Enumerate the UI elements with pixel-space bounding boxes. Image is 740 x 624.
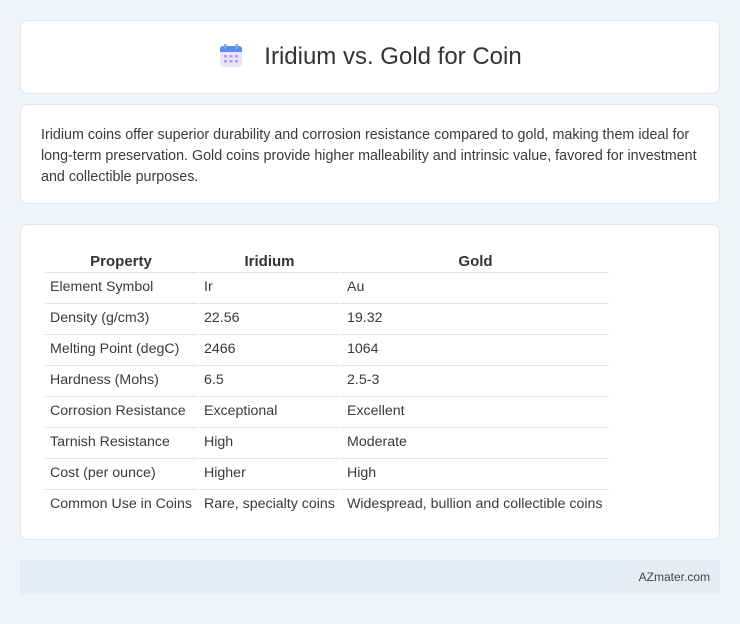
header-gold: Gold — [458, 253, 493, 270]
header-iridium: Iridium — [244, 253, 295, 270]
cell-gold: Excellent — [342, 396, 609, 425]
cell-iridium: Exceptional — [199, 396, 340, 425]
cell-property: Cost (per ounce) — [45, 458, 197, 487]
cell-gold: Moderate — [342, 427, 609, 456]
cell-iridium: Rare, specialty coins — [199, 489, 340, 518]
table-row: Corrosion Resistance Exceptional Excelle… — [45, 396, 609, 425]
footer: AZmater.com — [20, 560, 720, 594]
table-row: Hardness (Mohs) 6.5 2.5-3 — [45, 365, 609, 394]
calendar-icon — [220, 44, 243, 67]
comparison-table-card: Property Iridium Gold Element Symbol Ir … — [20, 224, 720, 540]
cell-property: Hardness (Mohs) — [45, 365, 197, 394]
table-row: Element Symbol Ir Au — [45, 272, 609, 301]
table-row: Cost (per ounce) Higher High — [45, 458, 609, 487]
table-row: Density (g/cm3) 22.56 19.32 — [45, 303, 609, 332]
cell-gold: 19.32 — [342, 303, 609, 332]
table-row: Melting Point (degC) 2466 1064 — [45, 334, 609, 363]
cell-gold: High — [342, 458, 609, 487]
page-title: Iridium vs. Gold for Coin — [264, 43, 522, 70]
cell-iridium: 22.56 — [199, 303, 340, 332]
footer-site-link[interactable]: AZmater.com — [639, 570, 710, 584]
comparison-table: Property Iridium Gold Element Symbol Ir … — [43, 245, 611, 520]
header-property: Property — [90, 253, 152, 270]
cell-gold: Au — [342, 272, 609, 301]
cell-iridium: Higher — [199, 458, 340, 487]
cell-iridium: Ir — [199, 272, 340, 301]
cell-property: Density (g/cm3) — [45, 303, 197, 332]
cell-property: Element Symbol — [45, 272, 197, 301]
cell-property: Common Use in Coins — [45, 489, 197, 518]
table-header-row: Property Iridium Gold — [45, 247, 609, 270]
table-row: Common Use in Coins Rare, specialty coin… — [45, 489, 609, 518]
cell-iridium: 6.5 — [199, 365, 340, 394]
summary-card: Iridium coins offer superior durability … — [20, 104, 720, 204]
summary-text: Iridium coins offer superior durability … — [41, 127, 697, 185]
cell-gold: 2.5-3 — [342, 365, 609, 394]
cell-iridium: High — [199, 427, 340, 456]
table-row: Tarnish Resistance High Moderate — [45, 427, 609, 456]
cell-property: Tarnish Resistance — [45, 427, 197, 456]
cell-property: Corrosion Resistance — [45, 396, 197, 425]
title-card: Iridium vs. Gold for Coin — [20, 20, 720, 94]
cell-gold: 1064 — [342, 334, 609, 363]
cell-iridium: 2466 — [199, 334, 340, 363]
cell-gold: Widespread, bullion and collectible coin… — [342, 489, 609, 518]
cell-property: Melting Point (degC) — [45, 334, 197, 363]
